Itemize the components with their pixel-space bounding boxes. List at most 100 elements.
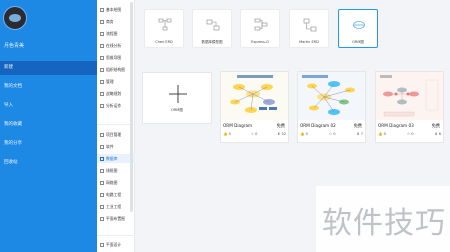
diagram-price: 免费 — [353, 123, 362, 128]
template-express-g[interactable]: Express-G — [240, 9, 280, 48]
like-value: 0 — [383, 132, 386, 136]
diagram-card[interactable]: ORM Diagram 03 免费 👍 0 ☆ 0 ⬇ 6 — [375, 71, 444, 143]
diagram-stats: 👍 0 ☆ 0 ⬇ 6 — [378, 132, 441, 136]
diagram-card[interactable]: ORM Diagram 02 免费 👍 0 ☆ 0 ⬇ 7 — [297, 71, 366, 143]
category-label: 思维导图 — [106, 55, 122, 60]
diagram-title: ORM Diagram 02 — [300, 123, 336, 128]
chen-erd-icon — [158, 18, 172, 31]
category-label: 电路工程 — [106, 192, 122, 197]
category-label: 数据库 — [106, 156, 118, 161]
left-nav: 月色青美 新建 我的文档 导入 我的收藏 我的分享 回收站 — [0, 0, 97, 252]
like-count[interactable]: 👍 0 — [300, 132, 308, 136]
divider — [97, 235, 135, 236]
download-count[interactable]: ⬇ 7 — [357, 132, 363, 136]
category-icon — [100, 19, 104, 24]
diagram-thumbnail — [298, 72, 365, 120]
category-label: 组织结构图 — [106, 67, 125, 72]
category-item[interactable]: 平面布置图 — [97, 214, 135, 223]
nav-item-my-documents[interactable]: 我的文档 — [0, 80, 97, 94]
category-label: 平面布置图 — [106, 216, 125, 221]
template-label: Express-G — [251, 40, 269, 44]
favorite-count[interactable]: ☆ 0 — [407, 132, 414, 136]
nav-item-favorites[interactable]: 我的收藏 — [0, 118, 97, 132]
category-icon — [100, 67, 104, 72]
diagram-stats: 👍 0 ☆ 0 ⬇ 7 — [300, 132, 363, 136]
category-label: 分析运作 — [106, 103, 122, 108]
category-icon — [100, 43, 104, 48]
diagram-price: 免费 — [431, 123, 440, 128]
template-chen-erd[interactable]: Chen ERD — [144, 9, 184, 48]
template-database-model[interactable]: 数据库模型图 — [192, 9, 232, 48]
like-value: 0 — [305, 132, 308, 136]
username: 月色青美 — [4, 43, 25, 49]
category-label: 在线分析 — [106, 43, 122, 48]
blank-card-label: ORM图 — [170, 108, 184, 112]
like-count[interactable]: 👍 0 — [378, 132, 386, 136]
category-icon — [100, 242, 104, 247]
nav-item-new[interactable]: 新建 — [0, 61, 97, 75]
nav-item-import[interactable]: 导入 — [0, 99, 97, 113]
category-icon — [100, 180, 104, 185]
martin-erd-icon — [303, 18, 317, 32]
database-icon — [100, 156, 104, 161]
category-icon — [100, 168, 104, 173]
download-count[interactable]: ⬇ 32 — [277, 132, 286, 136]
category-label: 战略规划 — [106, 91, 122, 96]
template-label: 数据库模型图 — [201, 40, 223, 44]
category-icon — [100, 31, 104, 36]
category-icon — [100, 144, 104, 149]
database-model-icon — [206, 19, 220, 31]
category-label: 流程图 — [106, 31, 118, 36]
app-window: 月色青美 新建 我的文档 导入 我的收藏 我的分享 回收站 基本绘图 商务 流程… — [0, 0, 450, 252]
template-orm[interactable]: ORM图 — [338, 9, 378, 48]
diagram-price: 免费 — [276, 123, 285, 128]
diagram-card[interactable]: ORM Diagram 免费 👍 0 ☆ 0 ⬇ 32 — [220, 71, 289, 143]
nav-item-trash[interactable]: 回收站 — [0, 156, 97, 170]
favorite-count[interactable]: ☆ 0 — [329, 132, 336, 136]
template-martin-erd[interactable]: Martin ERD — [289, 9, 329, 48]
category-icon — [100, 192, 104, 197]
template-label: Chen ERD — [155, 40, 173, 44]
diagram-title: ORM Diagram — [223, 123, 253, 128]
category-label: 管理 — [106, 79, 114, 84]
diagram-stats: 👍 0 ☆ 0 ⬇ 32 — [223, 132, 286, 136]
diagram-title: ORM Diagram 03 — [378, 123, 414, 128]
plus-icon — [169, 85, 187, 103]
watermark: 软件技巧 — [316, 186, 450, 252]
download-value: 6 — [438, 132, 441, 136]
like-count[interactable]: 👍 0 — [223, 132, 231, 136]
new-blank-orm-card[interactable]: ORM图 — [142, 72, 212, 124]
category-icon — [100, 103, 104, 108]
express-g-icon — [254, 18, 268, 31]
favorite-value: 0 — [333, 132, 336, 136]
download-value: 32 — [281, 132, 286, 136]
category-icon — [100, 91, 104, 96]
favorite-count[interactable]: ☆ 0 — [251, 132, 258, 136]
category-icon — [100, 7, 104, 12]
avatar[interactable] — [3, 6, 27, 30]
watermark-text: 软件技巧 — [322, 206, 446, 241]
category-icon — [100, 132, 104, 137]
category-label: 项目管理 — [106, 132, 122, 137]
category-label: 线框图 — [106, 168, 118, 173]
category-label: 平面设计 — [106, 242, 122, 247]
category-label: 商务 — [106, 19, 114, 24]
category-label: 软件 — [106, 144, 114, 149]
category-scrollbar[interactable] — [130, 2, 133, 212]
nav-item-shared[interactable]: 我的分享 — [0, 137, 97, 151]
like-value: 0 — [228, 132, 231, 136]
category-label: 工业工程 — [106, 204, 122, 209]
category-item[interactable]: 平面设计 — [97, 240, 135, 249]
template-label: Martin ERD — [299, 40, 319, 44]
favorite-value: 0 — [411, 132, 414, 136]
category-label: 基本绘图 — [106, 7, 122, 12]
download-count[interactable]: ⬇ 6 — [435, 132, 441, 136]
favorite-value: 0 — [255, 132, 258, 136]
category-icon — [100, 216, 104, 221]
category-label: 网络图 — [106, 180, 118, 185]
template-label: ORM图 — [352, 40, 364, 44]
diagram-thumbnail — [221, 72, 288, 120]
orm-icon — [353, 21, 365, 29]
category-icon — [100, 204, 104, 209]
category-icon — [100, 79, 104, 84]
